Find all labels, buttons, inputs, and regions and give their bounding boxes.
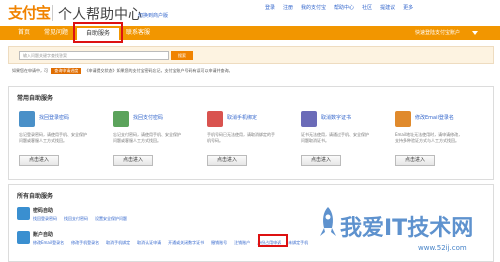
card-title[interactable]: 取消数字证书 [321,114,351,121]
link-toggle-certificate[interactable]: 开通或关闭数字证书 [168,240,204,246]
section-links: 找回登录密码 找回支付密码 设置安全保护问题 [33,216,127,222]
top-link-login[interactable]: 登录 [265,4,275,11]
watermark-url: www.52ij.com [418,244,467,252]
quick-login-link[interactable]: 快速登陆支付宝账户 [415,28,460,38]
enter-button[interactable]: 点击进入 [395,155,435,166]
enter-button[interactable]: 点击进入 [19,155,59,166]
phone-icon [207,111,223,127]
person-icon [19,111,35,127]
top-link-community[interactable]: 社区 [362,4,372,11]
link-unbound-phone[interactable]: 未绑定手机 [288,240,308,246]
enter-button[interactable]: 点击进入 [207,155,247,166]
account-icon [17,231,30,244]
top-link-my-alipay[interactable]: 我的支付宝 [301,4,326,11]
all-services-title: 所有自助服务 [17,193,54,200]
common-services-panel: 常用自助服务 找回登录密码 忘记登录密码，请使用手机、安全保护问题或客服人工方式… [8,86,494,180]
section-title: 账户自助 [33,232,54,238]
search-button[interactable]: 搜索 [171,51,193,60]
card-title[interactable]: 找回登录密码 [39,114,69,121]
link-unbind-phone[interactable]: 取消手机绑定 [106,240,130,246]
divider [52,5,53,21]
person-lock-icon [113,111,129,127]
top-links: 登录 注册 我的支付宝 帮助中心 社区 提建议 更多 [265,4,413,11]
enter-button[interactable]: 点击进入 [301,155,341,166]
top-link-help-center[interactable]: 帮助中心 [334,4,354,11]
site-title: 个人帮助中心 [58,7,142,23]
link-recover-pay-password[interactable]: 找回支付密码 [64,216,88,222]
top-link-more[interactable]: 更多 [403,4,413,11]
card-desc: 忘记支付密码，请使用手机、安全保护问题或客服人工方式找回。 [113,132,181,143]
card-desc: 手机号码已无法使用，请取消绑定的手机号码。 [207,132,275,143]
top-link-feedback[interactable]: 提建议 [380,4,395,11]
link-close-account[interactable]: 注销账户 [234,240,250,246]
card-desc: 忘记登录密码，请使用手机、安全保护问题或客服人工方式找回。 [19,132,87,143]
notice-prefix: 如果您在申请中，可 [12,68,48,73]
card-title[interactable]: 找回支付密码 [133,114,163,121]
card-title[interactable]: 修改Email登录名 [415,114,454,121]
link-security-question[interactable]: 设置安全保护问题 [95,216,127,222]
notice-text: 《申请提交状态》如果您的支付宝密码忘记，支付宝账户号码有误可以申请并查询。 [84,68,233,73]
link-recover-login-password[interactable]: 找回登录密码 [33,216,57,222]
email-icon [395,111,411,127]
chevron-down-icon[interactable] [472,31,478,35]
red-highlight-box [258,234,288,247]
card-title[interactable]: 取消手机绑定 [227,114,257,121]
top-link-register[interactable]: 注册 [283,4,293,11]
tab-faq[interactable]: 常见问题 [44,28,68,38]
key-icon [17,207,30,220]
link-change-phone-login[interactable]: 修改手机登录名 [71,240,99,246]
card-desc: 证书无法使用，请通过手机、安全保护问题取消证书。 [301,132,369,143]
common-services-title: 常用自助服务 [17,95,54,102]
section-title: 密码自助 [33,208,54,214]
enter-button[interactable]: 点击进入 [113,155,153,166]
red-highlight-box [73,22,123,43]
watermark-text: 我爱IT技术网 [340,216,474,241]
switch-to-merchant-link[interactable]: 切换到商户版 [138,12,168,19]
search-bar: 输入问题关键字查找答案 搜索 [8,46,494,64]
query-progress-button[interactable]: 查询申请进度 [51,68,82,74]
notice-line: 如果您在申请中，可 查询申请进度 《申请提交状态》如果您的支付宝密码忘记，支付宝… [12,68,492,74]
link-change-email[interactable]: 修改Email登录名 [33,240,64,246]
card-desc: Email地址无法使用时，请申请修改，支持多种验证方式与人工方式找回。 [395,132,463,143]
tab-contact[interactable]: 联系客服 [126,28,150,38]
certificate-icon [301,111,317,127]
tab-home[interactable]: 首页 [18,28,30,38]
rocket-icon [320,207,336,236]
link-cancel-verification[interactable]: 取消认证申请 [137,240,161,246]
alipay-logo[interactable]: 支付宝 [8,2,51,23]
search-input[interactable]: 输入问题关键字查找答案 [19,51,169,60]
link-revoke-account[interactable]: 撤销账号 [211,240,227,246]
